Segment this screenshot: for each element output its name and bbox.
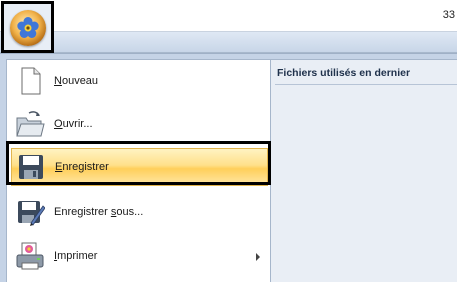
recent-files-pane: Fichiers utilisés en dernier: [271, 59, 457, 282]
menu-item-save-as[interactable]: Enregistrer sous...: [11, 193, 268, 231]
menu-item-new[interactable]: Nouveau: [11, 62, 268, 100]
app-orb-icon: [10, 10, 46, 46]
menu-item-open[interactable]: Ouvrir...: [11, 105, 268, 143]
open-folder-icon: [15, 109, 45, 139]
menu-item-label: Nouveau: [54, 75, 99, 87]
ribbon-strip: [0, 32, 457, 53]
menu-item-label: Enregistrer sous...: [54, 206, 144, 218]
divider: [275, 84, 457, 85]
highlight-callout-frame: [6, 141, 271, 185]
new-document-icon: [15, 66, 45, 96]
menu-item-label: Imprimer: [54, 250, 98, 262]
window-title: 33: [442, 9, 455, 21]
menu-item-print[interactable]: Imprimer: [11, 237, 268, 275]
printer-icon: [15, 241, 45, 271]
save-as-icon: [15, 197, 46, 227]
menu-item-label: Ouvrir...: [54, 118, 93, 130]
submenu-arrow-icon: [256, 253, 260, 261]
title-bar: 33: [0, 0, 457, 32]
recent-files-heading: Fichiers utilisés en dernier: [277, 67, 411, 79]
application-button[interactable]: [1, 1, 54, 53]
